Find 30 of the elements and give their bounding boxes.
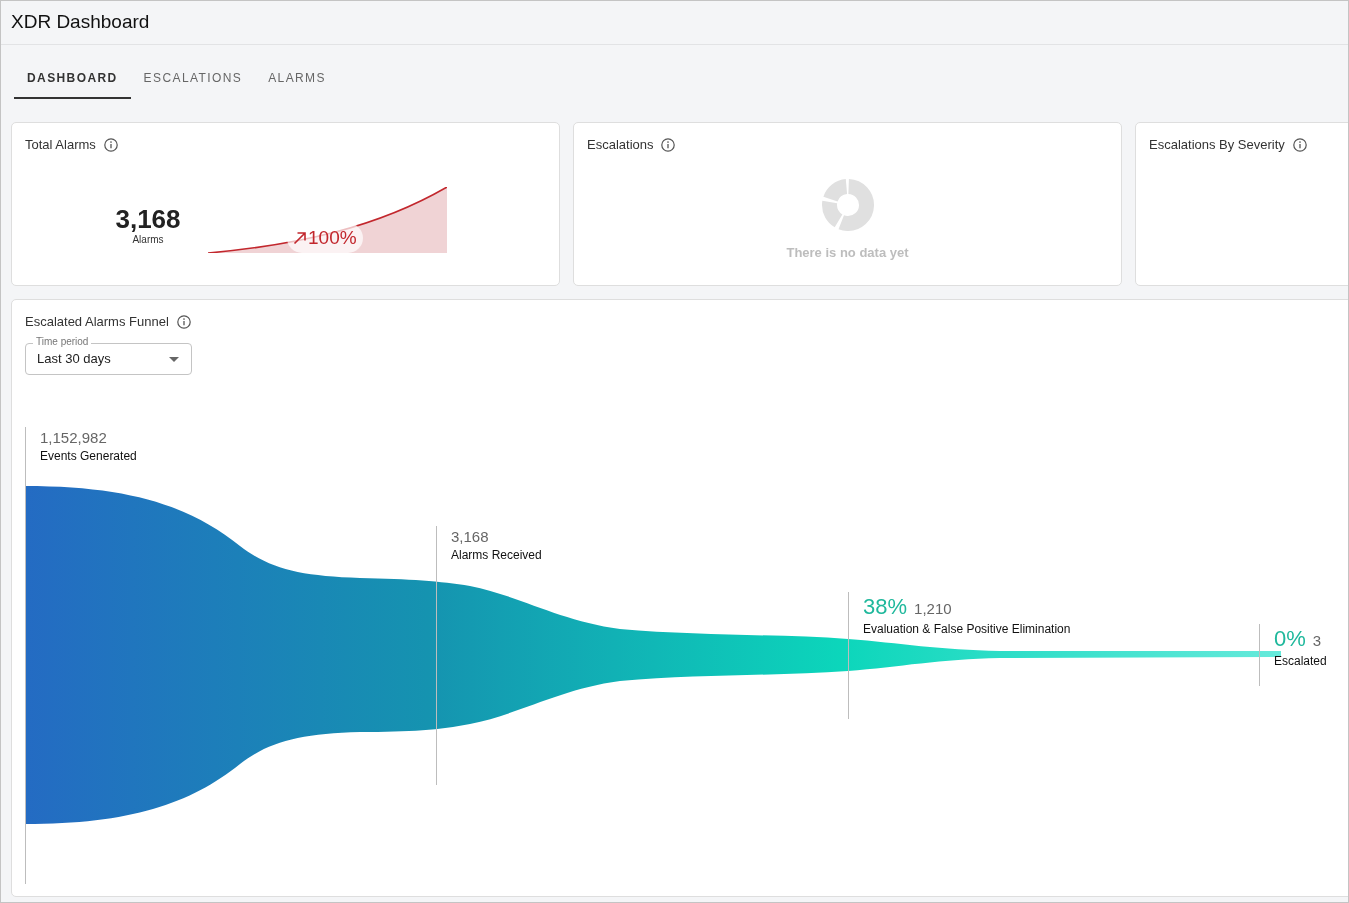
card-title: Escalations By Severity — [1149, 137, 1285, 153]
info-icon[interactable] — [176, 315, 191, 329]
tab[interactable]: ALARMS — [255, 59, 339, 99]
info-icon[interactable] — [661, 138, 676, 152]
stage-value: 1,152,982 — [40, 428, 107, 447]
stage-label: Alarms Received — [451, 546, 542, 563]
card-title: Escalated Alarms Funnel — [25, 314, 169, 330]
donut-chart-icon — [821, 179, 874, 231]
caret-down-icon — [169, 356, 179, 362]
card-title: Escalations — [587, 137, 654, 153]
empty-state-message: There is no data yet — [786, 245, 909, 261]
card-title: Total Alarms — [25, 137, 96, 153]
trend-percent: 100% — [308, 227, 357, 249]
kpi-value: 3,168 — [115, 204, 181, 234]
stage-percent: 38% — [863, 593, 908, 620]
stage-value: 3,168 — [451, 527, 489, 546]
kpi-unit: Alarms — [132, 234, 164, 246]
stage-label: Evaluation & False Positive Elimination — [863, 620, 1071, 637]
tab[interactable]: ESCALATIONS — [130, 59, 256, 99]
info-icon[interactable] — [103, 138, 118, 152]
stage-label: Events Generated — [40, 447, 137, 464]
arrow-up-right-icon — [293, 231, 307, 245]
page-title: XDR Dashboard — [11, 10, 150, 35]
time-period-label: Time period — [33, 336, 92, 348]
stage-label: Escalated — [1274, 653, 1327, 669]
stage-value: 1,210 — [914, 599, 952, 618]
info-icon[interactable] — [1292, 138, 1307, 152]
stage-percent: 0% — [1274, 626, 1306, 652]
stage-value: 3 — [1312, 632, 1322, 650]
tab[interactable]: DASHBOARD — [14, 59, 131, 99]
